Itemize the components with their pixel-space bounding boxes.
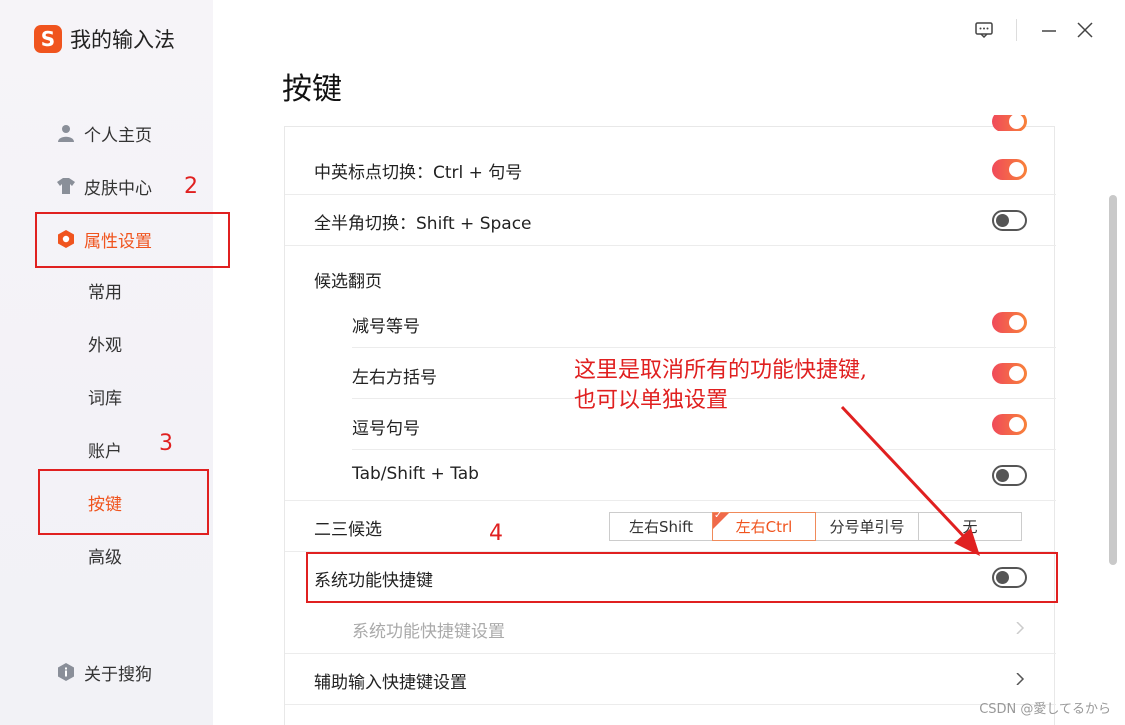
divider [1016, 19, 1017, 41]
row-label: 减号等号 [352, 317, 420, 337]
settings-row-second-third-candidate: 二三候选 左右Shift 左右Ctrl 分号单引号 无 [285, 501, 1056, 552]
window-controls [966, 18, 1103, 42]
minimize-icon[interactable] [1031, 18, 1067, 42]
row-label: 二三候选 [314, 520, 382, 540]
shirt-icon [57, 177, 75, 195]
toggle-tab[interactable] [992, 465, 1027, 486]
app-brand: S 我的输入法 [34, 24, 175, 54]
toggle-minus-equal[interactable] [992, 312, 1027, 333]
feedback-icon[interactable] [966, 18, 1002, 42]
settings-row-minus-equal: 减号等号 [352, 297, 1056, 348]
row-label: Tab/Shift + Tab [352, 464, 479, 484]
annotation-box-properties [35, 212, 230, 268]
app-title: 我的输入法 [70, 28, 175, 52]
sidebar-subitem-common[interactable]: 常用 [88, 278, 122, 308]
settings-row-tab: Tab/Shift + Tab [285, 450, 1056, 501]
toggle-fullwidth-switch[interactable] [992, 210, 1027, 231]
page-title: 按键 [282, 72, 342, 107]
sogou-logo-icon: S [34, 25, 62, 53]
option-semicolon-quote[interactable]: 分号单引号 [815, 512, 919, 541]
sidebar-subitem-dictionary[interactable]: 词库 [88, 384, 122, 414]
row-label: 左右方括号 [352, 368, 437, 388]
sidebar-subitem-advanced[interactable]: 高级 [88, 543, 122, 573]
toggle-comma-period[interactable] [992, 414, 1027, 435]
sidebar: S 我的输入法 个人主页 皮肤中心 属性设置 常用 外观 词库 账户 按键 高级… [0, 0, 213, 725]
chevron-right-icon [1016, 622, 1025, 634]
annotation-note-line1: 这里是取消所有的功能快捷键, [574, 358, 867, 383]
settings-row-fullwidth-switch: 全半角切换：Shift + Space [285, 195, 1056, 246]
option-shift[interactable]: 左右Shift [609, 512, 713, 541]
annotation-note: 这里是取消所有的功能快捷键, 也可以单独设置 [574, 356, 867, 416]
clipped-row-remnant [285, 115, 1056, 131]
sidebar-item-label: 皮肤中心 [84, 178, 152, 199]
sidebar-item-label: 个人主页 [84, 125, 152, 146]
row-label: 系统功能快捷键设置 [352, 622, 505, 642]
row-label: 辅助输入快捷键设置 [314, 673, 467, 693]
settings-row-system-shortcuts-config[interactable]: 系统功能快捷键设置 [285, 603, 1056, 654]
row-label: 全半角切换：Shift + Space [314, 214, 532, 234]
sidebar-item-label: 关于搜狗 [84, 664, 152, 685]
watermark: CSDN @愛してるから [979, 702, 1111, 717]
settings-group-page-turn: 候选翻页 [285, 246, 1056, 302]
option-ctrl[interactable]: 左右Ctrl [712, 510, 816, 541]
annotation-number-2: 2 [184, 174, 198, 199]
annotation-number-3: 3 [159, 431, 173, 456]
annotation-number-4: 4 [489, 521, 503, 546]
scrollbar-thumb[interactable] [1109, 195, 1117, 565]
toggle-brackets[interactable] [992, 363, 1027, 384]
settings-panel: 中英标点切换：Ctrl + 句号 全半角切换：Shift + Space 候选翻… [284, 115, 1056, 725]
second-third-candidate-selector: 左右Shift 左右Ctrl 分号单引号 无 [609, 510, 1022, 541]
settings-row-aux-input-shortcuts[interactable]: 辅助输入快捷键设置 [285, 654, 1056, 705]
toggle-punct-switch[interactable] [992, 159, 1027, 180]
user-icon [57, 124, 75, 142]
info-shield-icon [57, 663, 75, 681]
sidebar-subitem-appearance[interactable]: 外观 [88, 331, 122, 361]
close-icon[interactable] [1067, 18, 1103, 42]
settings-row-punct-switch: 中英标点切换：Ctrl + 句号 [285, 144, 1056, 195]
option-none[interactable]: 无 [918, 512, 1022, 541]
sidebar-subitem-account[interactable]: 账户 [88, 437, 122, 467]
annotation-note-line2: 也可以单独设置 [574, 388, 729, 413]
annotation-box-keys [38, 469, 209, 535]
toggle-clipped[interactable] [992, 115, 1027, 131]
row-label: 逗号句号 [352, 419, 420, 439]
sidebar-item-profile[interactable]: 个人主页 [57, 118, 152, 148]
sidebar-item-skins[interactable]: 皮肤中心 [57, 171, 152, 201]
row-label: 中英标点切换：Ctrl + 句号 [314, 163, 523, 183]
sidebar-item-about[interactable]: 关于搜狗 [57, 657, 152, 687]
chevron-right-icon [1016, 673, 1025, 685]
annotation-box-system-shortcuts [306, 552, 1058, 603]
group-label: 候选翻页 [314, 272, 382, 292]
